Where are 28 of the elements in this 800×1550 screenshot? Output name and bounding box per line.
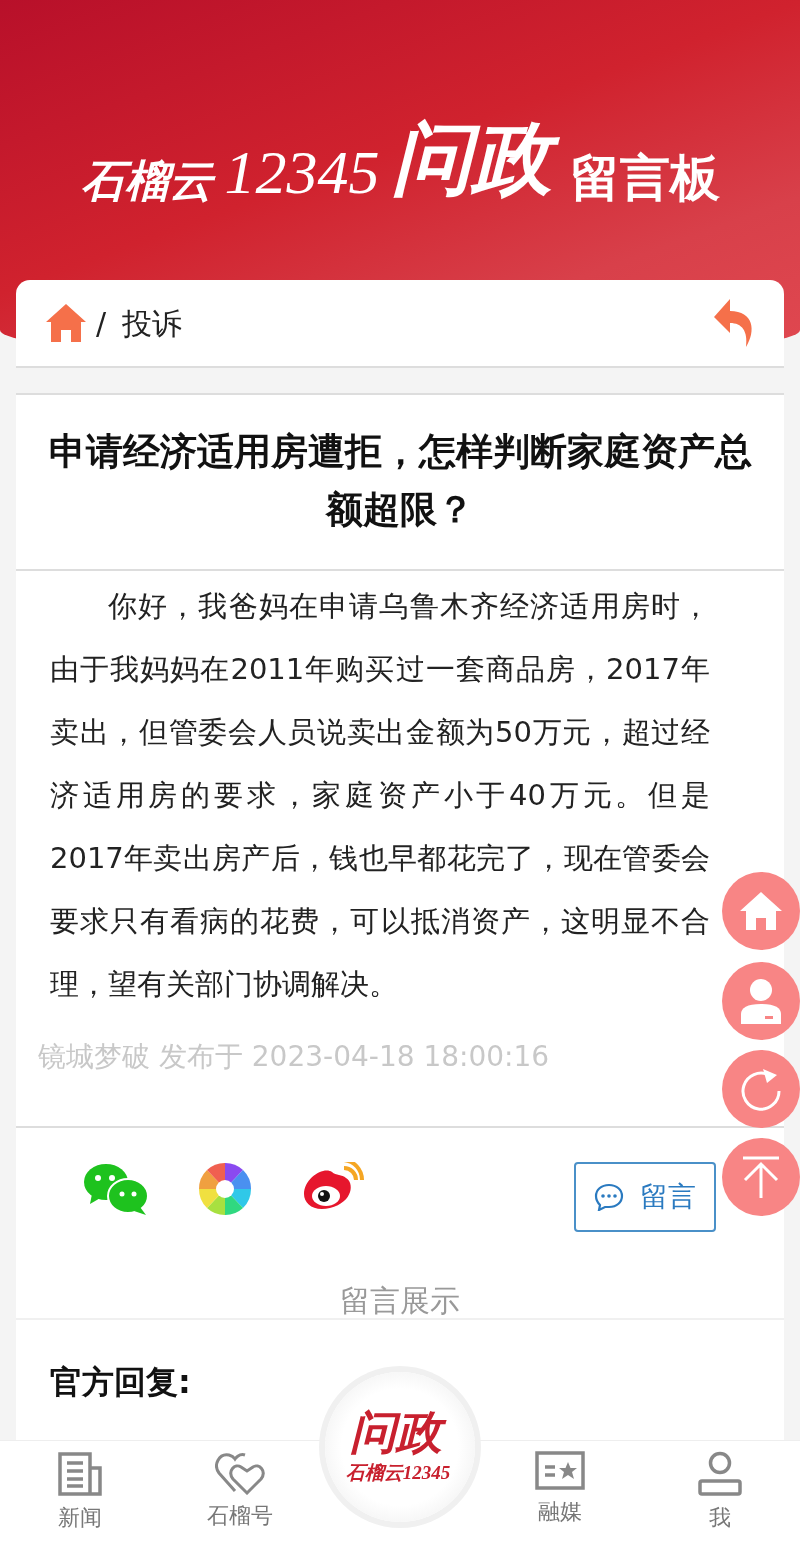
media-tab[interactable]: 融媒 (480, 1441, 640, 1550)
refresh-icon (739, 1067, 783, 1111)
reply-label: 官方回复: (50, 1362, 191, 1403)
back-to-top-icon (741, 1155, 781, 1199)
user-icon (739, 978, 783, 1024)
wechat-icon[interactable] (82, 1162, 150, 1216)
post-body: 你好，我爸妈在申请乌鲁木齐经济适用房时，由于我妈妈在2011年购买过一套商品房，2017年卖出，但管委会人员说卖出金额为50万元，超过经济适用房的要求，家庭资产小于40万元。但是2017年卖出房产后，钱也早都花完了，现在管委会要求只有看病的花费，可以抵消资产，这明显不合理，望有关部门协调解决。 (50, 588, 710, 1003)
home-icon[interactable] (44, 302, 88, 344)
aperture-icon[interactable] (198, 1162, 252, 1216)
comment-button[interactable]: 留言 (574, 1162, 716, 1232)
logo-title: 问政 (391, 115, 566, 203)
user-icon (697, 1451, 743, 1497)
media-card-icon (535, 1451, 585, 1491)
news-tab[interactable]: 新闻 (0, 1441, 160, 1550)
post-title: 申请经济适用房遭拒，怎样判断家庭资产总额超限？ (16, 395, 784, 571)
logo-number: 12345 (224, 141, 381, 203)
logo-text: 石榴云12345 (345, 1461, 452, 1486)
breadcrumb-separator: / (96, 304, 107, 343)
profile-tab[interactable]: 我 (640, 1441, 800, 1550)
shiliu-tab[interactable]: 石榴号 (160, 1441, 320, 1550)
news-icon (57, 1451, 103, 1497)
logo-subtitle: 留言板 (569, 153, 720, 203)
breadcrumb-current: 投诉 (122, 304, 183, 343)
chat-icon (594, 1183, 624, 1211)
home-icon (739, 891, 783, 931)
logo-title: 问政 (350, 1406, 450, 1460)
hearts-icon (215, 1451, 265, 1495)
logo-text: 石榴云 (80, 159, 221, 203)
